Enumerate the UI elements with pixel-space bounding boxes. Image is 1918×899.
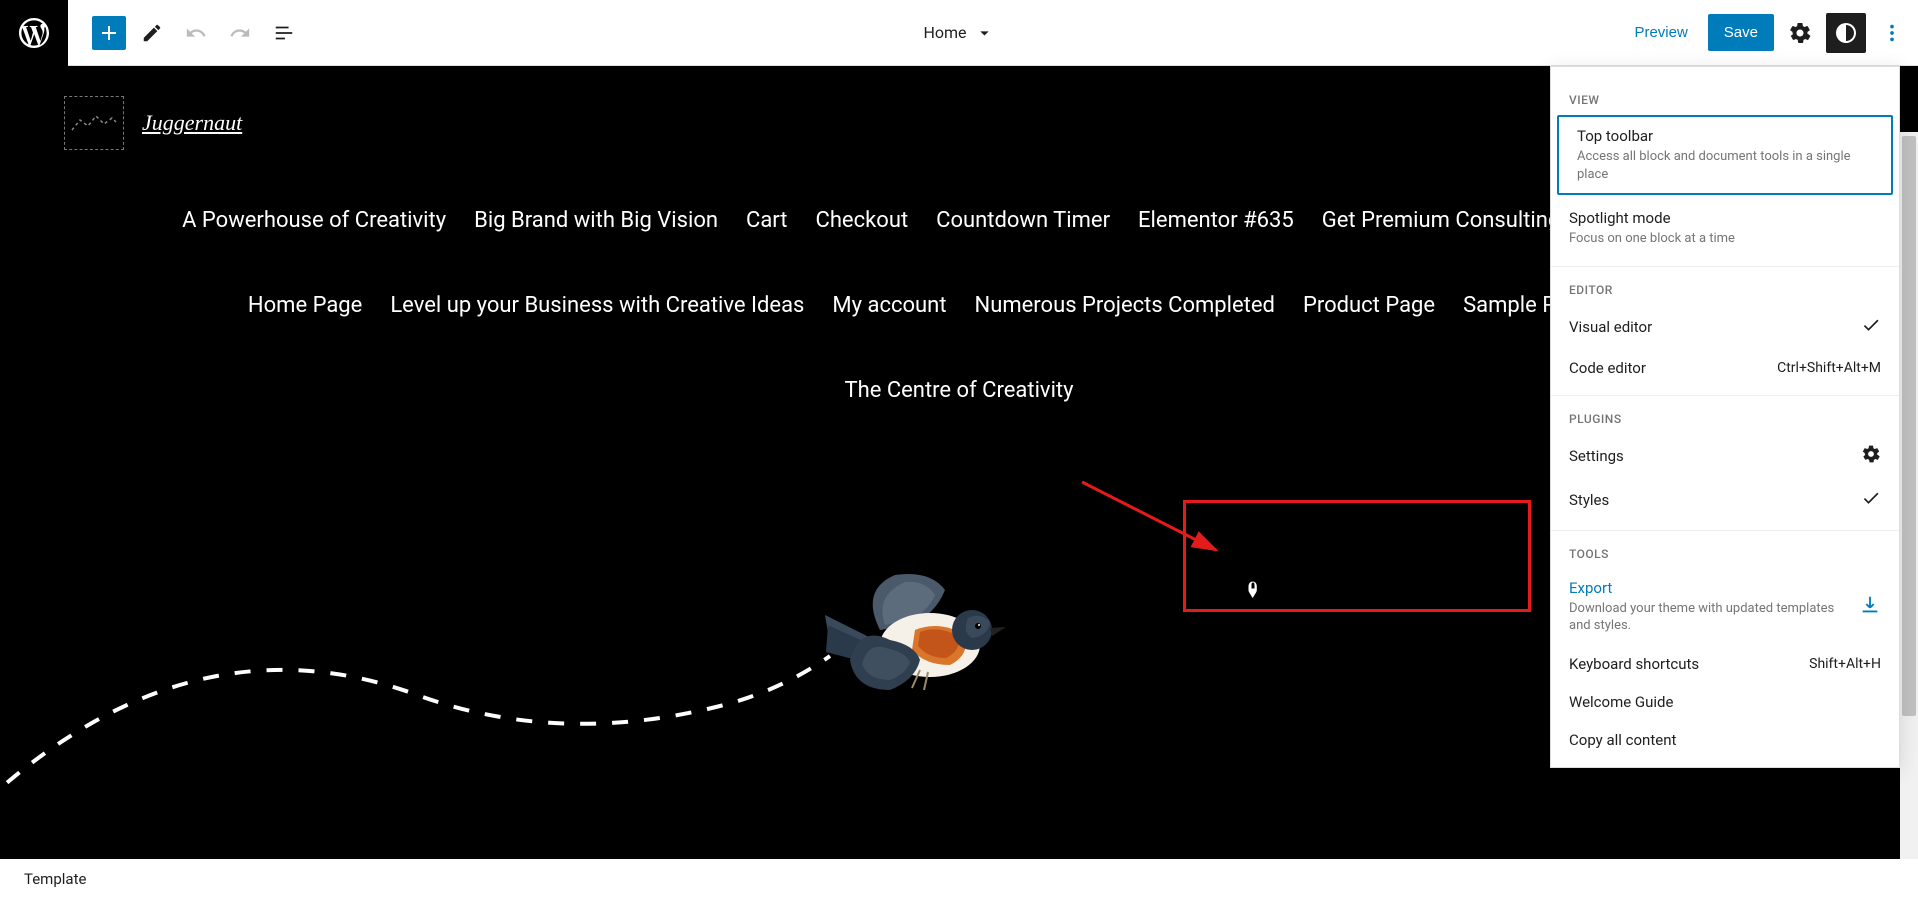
chevron-down-icon [975, 23, 995, 43]
menu-item-label: Styles [1569, 491, 1609, 509]
menu-item-label: Copy all content [1569, 731, 1676, 749]
nav-item[interactable]: The Centre of Creativity [844, 362, 1073, 419]
menu-item-plugin-styles[interactable]: Styles [1551, 478, 1899, 522]
scrollbar[interactable]: ▲ ▼ [1900, 132, 1918, 899]
download-icon [1859, 594, 1881, 620]
top-toolbar: Home Preview Save [0, 0, 1918, 66]
bird-illustration [820, 570, 1010, 725]
menu-item-top-toolbar[interactable]: Top toolbar Access all block and documen… [1557, 115, 1893, 195]
dashed-path-decoration [0, 566, 1200, 826]
menu-item-label: Spotlight mode [1569, 209, 1735, 227]
menu-group-tools: TOOLS [1551, 539, 1899, 569]
check-icon [1861, 488, 1881, 512]
menu-item-welcome-guide[interactable]: Welcome Guide [1551, 683, 1899, 721]
menu-item-shortcut: Shift+Alt+H [1809, 656, 1881, 672]
add-block-button[interactable] [92, 16, 126, 50]
menu-item-label: Welcome Guide [1569, 693, 1673, 711]
nav-item[interactable]: Checkout [816, 192, 909, 249]
menu-item-label: Code editor [1569, 359, 1646, 377]
nav-item[interactable]: Big Brand with Big Vision [474, 192, 718, 249]
menu-item-description: Download your theme with updated templat… [1569, 600, 1859, 635]
nav-item[interactable]: My account [832, 277, 946, 334]
undo-button[interactable] [178, 15, 214, 51]
menu-group-view: VIEW [1551, 85, 1899, 115]
save-button[interactable]: Save [1708, 14, 1774, 51]
menu-item-spotlight[interactable]: Spotlight mode Focus on one block at a t… [1551, 199, 1899, 258]
settings-button[interactable] [1782, 15, 1818, 51]
menu-item-keyboard-shortcuts[interactable]: Keyboard shortcuts Shift+Alt+H [1551, 645, 1899, 683]
preview-button[interactable]: Preview [1622, 16, 1699, 49]
nav-item[interactable]: Numerous Projects Completed [975, 277, 1275, 334]
breadcrumb: Template [0, 859, 1918, 899]
menu-item-label: Export [1569, 579, 1859, 597]
menu-item-copy-all[interactable]: Copy all content [1551, 721, 1899, 759]
menu-item-visual-editor[interactable]: Visual editor [1551, 305, 1899, 349]
menu-group-plugins: PLUGINS [1551, 404, 1899, 434]
cursor-icon [1244, 580, 1262, 602]
menu-item-shortcut: Ctrl+Shift+Alt+M [1777, 360, 1881, 376]
menu-item-description: Access all block and document tools in a… [1577, 148, 1873, 183]
menu-item-label: Top toolbar [1577, 127, 1873, 145]
site-logo-placeholder[interactable] [64, 96, 124, 150]
menu-group-editor: EDITOR [1551, 275, 1899, 305]
nav-item[interactable]: Home Page [248, 277, 362, 334]
wordpress-logo[interactable] [0, 0, 68, 66]
styles-panel-button[interactable] [1826, 13, 1866, 53]
nav-item[interactable]: Level up your Business with Creative Ide… [390, 277, 804, 334]
edit-tools-button[interactable] [134, 15, 170, 51]
check-icon [1861, 315, 1881, 339]
list-view-button[interactable] [266, 15, 302, 51]
redo-button[interactable] [222, 15, 258, 51]
nav-item[interactable]: Cart [746, 192, 787, 249]
nav-item[interactable]: Elementor #635 [1138, 192, 1294, 249]
breadcrumb-label[interactable]: Template [24, 870, 86, 888]
menu-item-label: Keyboard shortcuts [1569, 655, 1699, 673]
nav-item[interactable]: Countdown Timer [936, 192, 1110, 249]
menu-item-description: Focus on one block at a time [1569, 230, 1735, 248]
nav-item[interactable]: Product Page [1303, 277, 1435, 334]
options-menu-button[interactable] [1874, 15, 1910, 51]
gear-icon [1861, 444, 1881, 468]
menu-item-label: Settings [1569, 447, 1624, 465]
options-menu: VIEW Top toolbar Access all block and do… [1550, 66, 1900, 768]
menu-item-code-editor[interactable]: Code editor Ctrl+Shift+Alt+M [1551, 349, 1899, 387]
scroll-thumb[interactable] [1902, 136, 1916, 716]
menu-item-export[interactable]: Export Download your theme with updated … [1551, 569, 1899, 645]
site-title[interactable]: Juggernaut [142, 110, 242, 136]
nav-item[interactable]: A Powerhouse of Creativity [182, 192, 446, 249]
document-title[interactable]: Home [923, 23, 994, 43]
menu-item-label: Visual editor [1569, 318, 1652, 336]
document-title-label: Home [923, 23, 966, 42]
menu-item-plugin-settings[interactable]: Settings [1551, 434, 1899, 478]
